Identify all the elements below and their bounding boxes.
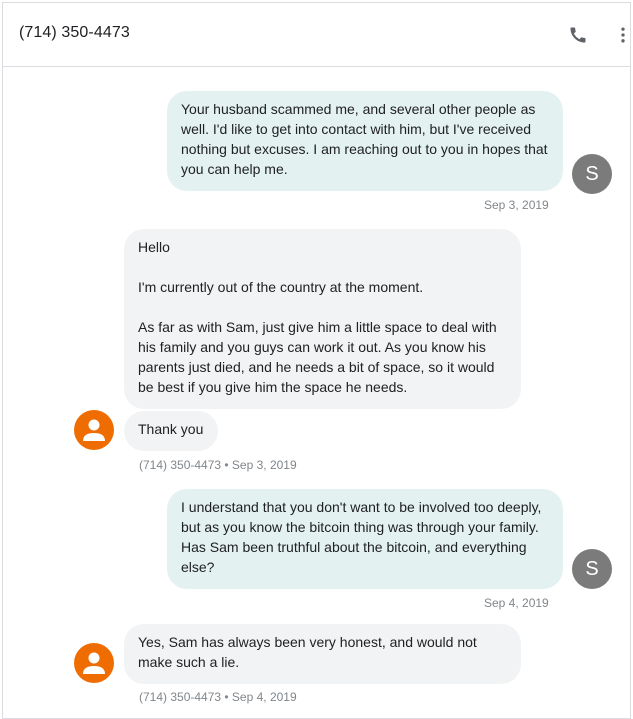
more-vert-icon bbox=[621, 27, 625, 43]
message-timestamp: (714) 350-4473 • Sep 4, 2019 bbox=[139, 690, 297, 704]
message-timestamp: Sep 3, 2019 bbox=[484, 198, 549, 212]
incoming-message[interactable]: Thank you bbox=[124, 411, 218, 451]
contact-avatar bbox=[74, 410, 114, 450]
incoming-message[interactable]: Hello I'm currently out of the country a… bbox=[124, 229, 521, 409]
contact-title: (714) 350-4473 bbox=[19, 24, 130, 41]
call-button[interactable] bbox=[564, 21, 592, 49]
outgoing-message[interactable]: I understand that you don't want to be i… bbox=[167, 489, 563, 589]
conversation-header: (714) 350-4473 bbox=[3, 3, 630, 67]
self-avatar: S bbox=[572, 549, 612, 589]
contact-avatar bbox=[74, 643, 114, 683]
person-icon bbox=[83, 419, 105, 441]
message-timestamp: (714) 350-4473 • Sep 3, 2019 bbox=[139, 458, 297, 472]
person-icon bbox=[83, 652, 105, 674]
more-options-button[interactable] bbox=[609, 21, 633, 49]
message-timestamp: Sep 4, 2019 bbox=[484, 596, 549, 610]
outgoing-message[interactable]: Your husband scammed me, and several oth… bbox=[167, 91, 563, 191]
conversation-window: (714) 350-4473 Your husband scammed me, … bbox=[2, 2, 631, 719]
self-avatar: S bbox=[572, 154, 612, 194]
phone-icon bbox=[570, 27, 586, 43]
incoming-message[interactable]: Yes, Sam has always been very honest, an… bbox=[124, 624, 521, 684]
